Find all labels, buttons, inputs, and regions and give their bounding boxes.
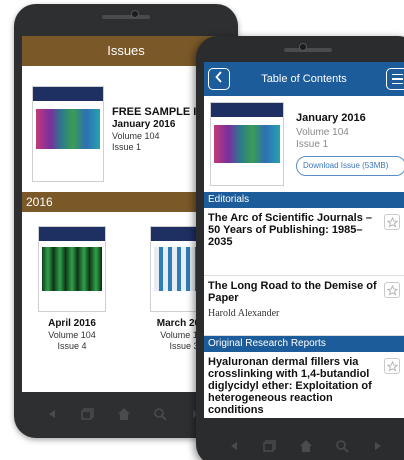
camera-lens bbox=[131, 10, 139, 18]
cover-title-band bbox=[211, 103, 283, 117]
issue-month: January 2016 bbox=[296, 112, 366, 124]
download-issue-button[interactable]: Download Issue (53MB) bbox=[296, 156, 404, 176]
issues-title: Issues bbox=[107, 43, 145, 58]
speaker-grill bbox=[284, 48, 332, 52]
featured-cover-image[interactable] bbox=[32, 86, 104, 182]
issue-number: Issue 1 bbox=[296, 139, 329, 150]
nav-home-icon[interactable] bbox=[116, 406, 132, 422]
toc-screen: Table of Contents January 2016 Volume 10… bbox=[204, 62, 404, 418]
issue-cover-image[interactable] bbox=[210, 102, 284, 186]
article-item[interactable]: Hyaluronan dermal fillers via crosslinki… bbox=[204, 352, 404, 418]
issue-month: April 2016 bbox=[48, 318, 96, 329]
year-label: 2016 bbox=[26, 195, 53, 209]
nav-search-icon[interactable] bbox=[152, 406, 168, 422]
issue-volume: Volume 104 bbox=[296, 127, 349, 138]
article-author: Harold Alexander bbox=[208, 308, 280, 319]
cover-title-band bbox=[39, 227, 105, 241]
star-icon[interactable] bbox=[384, 214, 400, 230]
cover-micrograph bbox=[36, 109, 100, 149]
issue-volume: Volume 104 bbox=[48, 330, 96, 340]
menu-icon-bar bbox=[391, 78, 403, 80]
article-item[interactable]: The Arc of Scientific Journals – 50 Year… bbox=[204, 208, 404, 276]
section-header-original-research: Original Research Reports bbox=[204, 336, 404, 352]
menu-icon bbox=[391, 73, 403, 76]
screenshot-stage: Issues FREE SAMPLE ISSUE January 2016 Vo… bbox=[0, 0, 404, 460]
article-title[interactable]: Hyaluronan dermal fillers via crosslinki… bbox=[204, 352, 404, 416]
current-issue-card: January 2016 Volume 104 Issue 1 Download… bbox=[204, 96, 404, 192]
star-icon[interactable] bbox=[384, 282, 400, 298]
android-nav-bar bbox=[216, 432, 396, 460]
menu-icon-bar bbox=[391, 82, 403, 85]
nav-recents-icon[interactable] bbox=[80, 406, 96, 422]
toc-header: Table of Contents bbox=[204, 62, 404, 96]
nav-play-icon[interactable] bbox=[370, 438, 386, 454]
nav-back-icon[interactable] bbox=[44, 406, 60, 422]
article-item[interactable]: The Long Road to the Demise of Paper Har… bbox=[204, 276, 404, 336]
issue-tile[interactable]: April 2016 Volume 104 Issue 4 bbox=[36, 226, 108, 352]
nav-home-icon[interactable] bbox=[298, 438, 314, 454]
nav-search-icon[interactable] bbox=[334, 438, 350, 454]
issue-number: Issue 4 bbox=[57, 341, 87, 351]
article-title[interactable]: The Long Road to the Demise of Paper bbox=[204, 276, 404, 304]
speaker-grill bbox=[102, 15, 150, 19]
camera-lens bbox=[299, 43, 307, 51]
cover-micrograph bbox=[42, 247, 102, 291]
issue-cover-image[interactable] bbox=[38, 226, 106, 312]
toc-title: Table of Contents bbox=[261, 73, 347, 85]
cover-micrograph bbox=[214, 125, 280, 163]
article-title[interactable]: The Arc of Scientific Journals – 50 Year… bbox=[204, 208, 404, 248]
android-nav-bar bbox=[34, 400, 214, 428]
nav-recents-icon[interactable] bbox=[262, 438, 278, 454]
nav-back-icon[interactable] bbox=[226, 438, 242, 454]
menu-button[interactable] bbox=[386, 68, 404, 90]
section-header-editorials: Editorials bbox=[204, 192, 404, 208]
star-icon[interactable] bbox=[384, 358, 400, 374]
front-phone: Table of Contents January 2016 Volume 10… bbox=[196, 36, 404, 460]
cover-title-band bbox=[33, 87, 103, 101]
